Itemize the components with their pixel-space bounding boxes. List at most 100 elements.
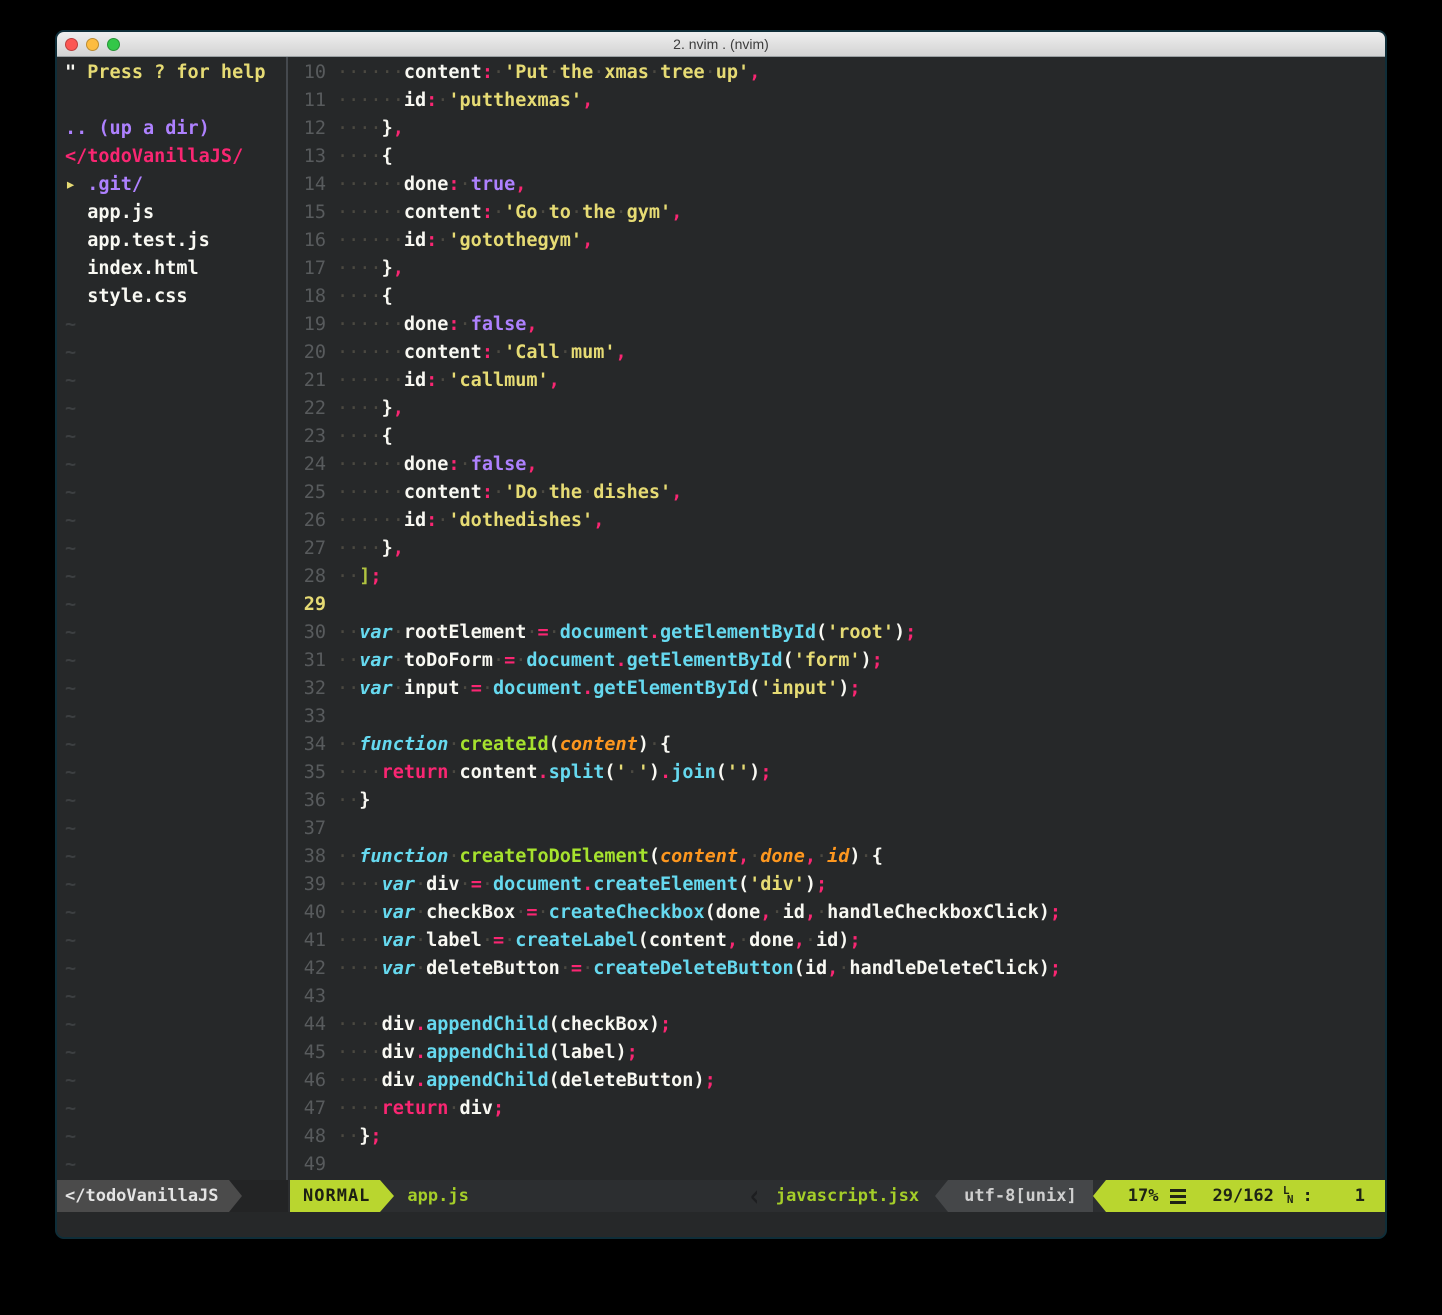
code-line[interactable]: 24······done:·false, [288, 451, 1385, 479]
tree-item[interactable]: index.html [65, 255, 286, 283]
code-line[interactable]: 21······id:·'callmum', [288, 367, 1385, 395]
empty-line-tilde: ~ [65, 955, 286, 983]
code-line[interactable]: 15······content:·'Go·to·the·gym', [288, 199, 1385, 227]
code-line[interactable]: 46····div.appendChild(deleteButton); [288, 1067, 1385, 1095]
code-line[interactable]: 23····{ [288, 423, 1385, 451]
code-line[interactable]: 40····var·checkBox·=·createCheckbox(done… [288, 899, 1385, 927]
powerline-arrow-icon [380, 1180, 394, 1212]
code-line[interactable]: 14······done:·true, [288, 171, 1385, 199]
code-line[interactable]: 49 [288, 1151, 1385, 1179]
line-number: 39 [288, 871, 326, 899]
code-line[interactable]: 45····div.appendChild(label); [288, 1039, 1385, 1067]
code-line[interactable]: 44····div.appendChild(checkBox); [288, 1011, 1385, 1039]
command-line[interactable] [57, 1212, 1385, 1237]
code-line[interactable]: 41····var·label·=·createLabel(content,·d… [288, 927, 1385, 955]
line-number: 48 [288, 1123, 326, 1151]
line-number: 33 [288, 703, 326, 731]
tree-item[interactable]: </todoVanillaJS/ [65, 143, 286, 171]
empty-line-tilde: ~ [65, 927, 286, 955]
empty-line-tilde: ~ [65, 1067, 286, 1095]
code-line[interactable]: 27····}, [288, 535, 1385, 563]
empty-line-tilde: ~ [65, 479, 286, 507]
code-line[interactable]: 31··var·toDoForm·=·document.getElementBy… [288, 647, 1385, 675]
code-line[interactable]: 10······content:·'Put·the·xmas·tree·up', [288, 59, 1385, 87]
line-number: 17 [288, 255, 326, 283]
tree-item[interactable]: app.js [65, 199, 286, 227]
code-line[interactable]: 36··} [288, 787, 1385, 815]
line-number: 45 [288, 1039, 326, 1067]
code-line[interactable]: 11······id:·'putthexmas', [288, 87, 1385, 115]
file-tree[interactable]: " Press ? for help .. (up a dir)</todoVan… [57, 59, 286, 1179]
empty-line-tilde: ~ [65, 339, 286, 367]
tree-item[interactable]: app.test.js [65, 227, 286, 255]
code-line[interactable]: 30··var·rootElement·=·document.getElemen… [288, 619, 1385, 647]
code-line[interactable]: 26······id:·'dothedishes', [288, 507, 1385, 535]
code-line[interactable]: 13····{ [288, 143, 1385, 171]
line-number: 38 [288, 843, 326, 871]
code-line[interactable]: 12····}, [288, 115, 1385, 143]
code-line[interactable]: 47····return·div; [288, 1095, 1385, 1123]
empty-line-tilde: ~ [65, 703, 286, 731]
window-title: 2. nvim . (nvim) [57, 36, 1385, 52]
code-line[interactable]: 35····return·content.split('·').join('')… [288, 759, 1385, 787]
empty-line-tilde: ~ [65, 731, 286, 759]
line-number: 10 [288, 59, 326, 87]
line-number: 41 [288, 927, 326, 955]
line-number: 20 [288, 339, 326, 367]
code-line[interactable]: 18····{ [288, 283, 1385, 311]
position-info: 17% 29/162 LN : 1 [1106, 1180, 1385, 1212]
code-line[interactable]: 38··function·createToDoElement(content,·… [288, 843, 1385, 871]
filetype-label: javascript.jsx [776, 1186, 919, 1206]
code-line[interactable]: 17····}, [288, 255, 1385, 283]
line-number: 23 [288, 423, 326, 451]
empty-line-tilde: ~ [65, 787, 286, 815]
code-line[interactable]: 25······content:·'Do·the·dishes', [288, 479, 1385, 507]
line-number: 35 [288, 759, 326, 787]
titlebar[interactable]: 2. nvim . (nvim) [57, 32, 1385, 57]
empty-line-tilde: ~ [65, 843, 286, 871]
code-line[interactable]: 19······done:·false, [288, 311, 1385, 339]
line-number: 43 [288, 983, 326, 1011]
empty-line-tilde: ~ [65, 619, 286, 647]
airline-statusline: NORMAL app.js ‹ javascript.jsx utf-8[uni… [288, 1180, 1385, 1212]
empty-line-tilde: ~ [65, 535, 286, 563]
chevron-left-icon: ‹ [747, 1180, 761, 1212]
code-editor[interactable]: 10······content:·'Put·the·xmas·tree·up',… [288, 59, 1385, 1179]
line-number: 42 [288, 955, 326, 983]
code-line[interactable]: 20······content:·'Call·mum', [288, 339, 1385, 367]
line-number: 16 [288, 227, 326, 255]
line-number: 24 [288, 451, 326, 479]
filename-label: app.js [407, 1186, 468, 1206]
line-number: 46 [288, 1067, 326, 1095]
code-line[interactable]: 16······id:·'gotothegym', [288, 227, 1385, 255]
code-line[interactable]: 43 [288, 983, 1385, 1011]
code-line[interactable]: 32··var·input·=·document.getElementById(… [288, 675, 1385, 703]
tree-item[interactable] [65, 87, 286, 115]
tree-item[interactable]: " Press ? for help [65, 59, 286, 87]
code-line[interactable]: 39····var·div·=·document.createElement('… [288, 871, 1385, 899]
code-line[interactable]: 33 [288, 703, 1385, 731]
colon-separator: : [1303, 1180, 1313, 1212]
tree-item[interactable]: .. (up a dir) [65, 115, 286, 143]
code-line[interactable]: 28··]; [288, 563, 1385, 591]
empty-line-tilde: ~ [65, 591, 286, 619]
cursor-position: 29/162 [1212, 1180, 1273, 1212]
code-line[interactable]: 34··function·createId(content)·{ [288, 731, 1385, 759]
encoding-label: utf-8[unix] [948, 1180, 1093, 1212]
line-number: 32 [288, 675, 326, 703]
code-line[interactable]: 22····}, [288, 395, 1385, 423]
tree-item[interactable]: style.css [65, 283, 286, 311]
menu-bars-icon [1170, 1189, 1186, 1204]
code-line[interactable]: 48··}; [288, 1123, 1385, 1151]
code-line[interactable]: 42····var·deleteButton·=·createDeleteBut… [288, 955, 1385, 983]
line-number: 25 [288, 479, 326, 507]
line-number: 30 [288, 619, 326, 647]
line-number: 40 [288, 899, 326, 927]
empty-line-tilde: ~ [65, 647, 286, 675]
mode-indicator: NORMAL [290, 1180, 380, 1212]
code-line[interactable]: 29 [288, 591, 1385, 619]
tree-item[interactable]: ▸ .git/ [65, 171, 286, 199]
line-number: 28 [288, 563, 326, 591]
code-line[interactable]: 37 [288, 815, 1385, 843]
nerdtree-statusline: </todoVanillaJS [57, 1180, 288, 1212]
